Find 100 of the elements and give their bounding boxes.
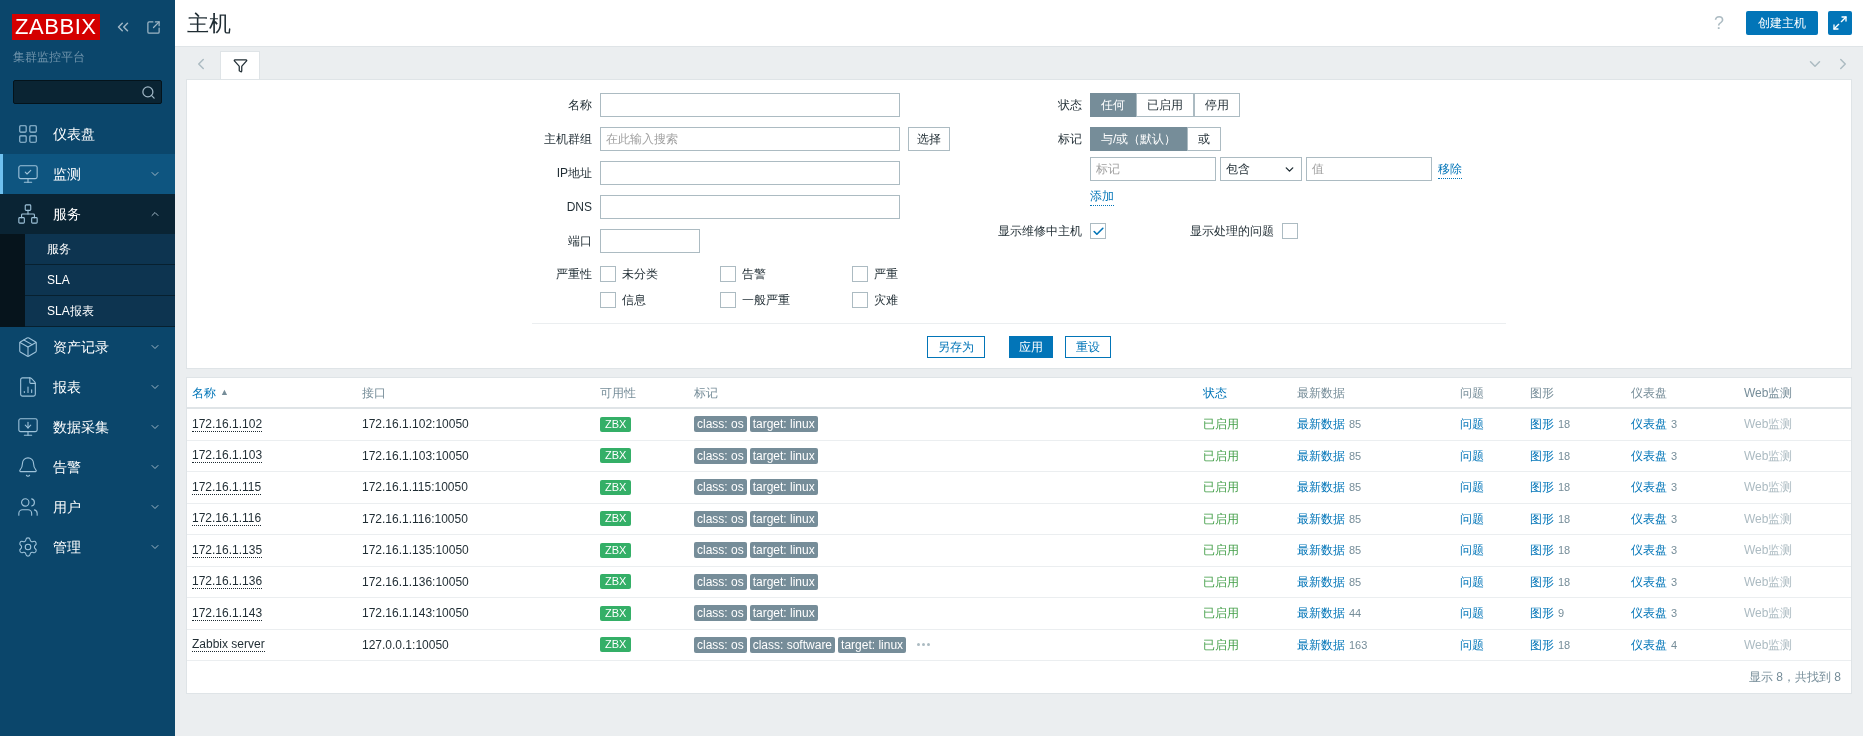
latest-data-link[interactable]: 最新数据 — [1297, 509, 1345, 528]
count: 3 — [1671, 480, 1678, 495]
tag-field[interactable]: 标记 — [1090, 157, 1216, 181]
problems-link[interactable]: 问题 — [1460, 509, 1484, 528]
host-name-link[interactable]: 172.16.1.135 — [192, 542, 263, 558]
create-host-button[interactable]: 创建主机 — [1746, 11, 1818, 35]
dashboards-link[interactable]: 仪表盘 — [1631, 572, 1667, 591]
checkbox[interactable] — [1282, 223, 1298, 239]
sidebar-item[interactable]: 资产记录 — [0, 327, 175, 367]
host-name-link[interactable]: 172.16.1.102 — [192, 416, 263, 432]
problems-link[interactable]: 问题 — [1460, 604, 1484, 623]
sidebar-item[interactable]: 报表 — [0, 367, 175, 407]
sidebar-item[interactable]: 监测 — [0, 154, 175, 194]
graphs-link[interactable]: 图形 — [1530, 635, 1554, 654]
add-link[interactable]: 添加 — [1090, 187, 1114, 206]
input-field[interactable]: 在此输入搜索 — [600, 127, 900, 151]
remove-link[interactable]: 移除 — [1438, 159, 1462, 179]
search-icon[interactable] — [141, 84, 156, 100]
apply-button[interactable]: 应用 — [1009, 336, 1053, 358]
graphs-link[interactable]: 图形 — [1530, 572, 1554, 591]
input-field[interactable] — [600, 195, 900, 219]
sidebar-item[interactable]: 管理 — [0, 527, 175, 567]
problems-link[interactable]: 问题 — [1460, 572, 1484, 591]
sidebar-item[interactable]: 数据采集 — [0, 407, 175, 447]
dashboards-link[interactable]: 仪表盘 — [1631, 541, 1667, 560]
host-name-link[interactable]: 172.16.1.103 — [192, 448, 263, 464]
column-header[interactable]: 状态 — [1203, 383, 1227, 402]
latest-data-link[interactable]: 最新数据 — [1297, 446, 1345, 465]
latest-data-link[interactable]: 最新数据 — [1297, 415, 1345, 434]
value-field[interactable]: 值 — [1306, 157, 1432, 181]
status-link[interactable]: 已启用 — [1203, 635, 1239, 654]
graphs-link[interactable]: 图形 — [1530, 478, 1554, 497]
input-field[interactable] — [600, 93, 900, 117]
problems-link[interactable]: 问题 — [1460, 446, 1484, 465]
submenu-item[interactable]: SLA — [25, 265, 175, 296]
checkbox[interactable] — [600, 292, 616, 308]
problems-link[interactable]: 问题 — [1460, 541, 1484, 560]
segment-button[interactable]: 任何 — [1090, 93, 1136, 117]
status-link[interactable]: 已启用 — [1203, 572, 1239, 591]
dashboards-link[interactable]: 仪表盘 — [1631, 604, 1667, 623]
tag-badge: class: os — [694, 636, 747, 653]
select-button[interactable]: 选择 — [908, 127, 950, 151]
operator-dropdown[interactable]: 包含 — [1220, 157, 1302, 181]
column-header: 接口 — [362, 384, 386, 402]
host-name-link[interactable]: 172.16.1.136 — [192, 574, 263, 590]
latest-data-link[interactable]: 最新数据 — [1297, 635, 1345, 654]
checkbox[interactable] — [852, 266, 868, 282]
checkbox[interactable] — [600, 266, 616, 282]
sidebar-item[interactable]: 服务 — [0, 194, 175, 234]
graphs-link[interactable]: 图形 — [1530, 415, 1554, 434]
sidebar-item[interactable]: 仪表盘 — [0, 114, 175, 154]
problems-link[interactable]: 问题 — [1460, 415, 1484, 434]
sidebar-item[interactable]: 用户 — [0, 487, 175, 527]
status-link[interactable]: 已启用 — [1203, 509, 1239, 528]
filter-tab[interactable] — [220, 51, 260, 79]
input-field[interactable] — [600, 229, 700, 253]
save-as-button[interactable]: 另存为 — [927, 336, 985, 358]
segment-button[interactable]: 停用 — [1194, 93, 1240, 117]
count: 44 — [1349, 606, 1362, 621]
status-link[interactable]: 已启用 — [1203, 604, 1239, 623]
status-link[interactable]: 已启用 — [1203, 478, 1239, 497]
segment-button[interactable]: 已启用 — [1136, 93, 1194, 117]
latest-data-link[interactable]: 最新数据 — [1297, 541, 1345, 560]
status-link[interactable]: 已启用 — [1203, 446, 1239, 465]
status-link[interactable]: 已启用 — [1203, 415, 1239, 434]
host-name-link[interactable]: 172.16.1.143 — [192, 605, 263, 621]
sidebar-item[interactable]: 告警 — [0, 447, 175, 487]
reset-button[interactable]: 重设 — [1065, 336, 1111, 358]
checkbox[interactable] — [720, 292, 736, 308]
problems-link[interactable]: 问题 — [1460, 478, 1484, 497]
graphs-link[interactable]: 图形 — [1530, 446, 1554, 465]
fullscreen-button[interactable] — [1828, 11, 1852, 35]
input-field[interactable] — [600, 161, 900, 185]
submenu-item[interactable]: SLA报表 — [25, 296, 175, 327]
host-name-link[interactable]: 172.16.1.115 — [192, 479, 262, 495]
column-header[interactable]: 名称 — [192, 383, 216, 402]
submenu-item[interactable]: 服务 — [25, 234, 175, 265]
latest-data-link[interactable]: 最新数据 — [1297, 478, 1345, 497]
segment-button[interactable]: 与/或（默认） — [1090, 127, 1188, 151]
checkbox[interactable] — [852, 292, 868, 308]
graphs-link[interactable]: 图形 — [1530, 541, 1554, 560]
dashboards-link[interactable]: 仪表盘 — [1631, 635, 1667, 654]
latest-data-link[interactable]: 最新数据 — [1297, 572, 1345, 591]
host-name-link[interactable]: Zabbix server — [192, 637, 265, 653]
problems-link[interactable]: 问题 — [1460, 635, 1484, 654]
checkbox[interactable] — [1090, 223, 1106, 239]
status-link[interactable]: 已启用 — [1203, 541, 1239, 560]
undock-icon[interactable] — [145, 19, 161, 35]
dashboards-link[interactable]: 仪表盘 — [1631, 446, 1667, 465]
checkbox[interactable] — [720, 266, 736, 282]
graphs-link[interactable]: 图形 — [1530, 604, 1554, 623]
dashboards-link[interactable]: 仪表盘 — [1631, 509, 1667, 528]
host-name-link[interactable]: 172.16.1.116 — [192, 511, 262, 527]
segment-button[interactable]: 或 — [1187, 127, 1222, 151]
dashboards-link[interactable]: 仪表盘 — [1631, 478, 1667, 497]
dashboards-link[interactable]: 仪表盘 — [1631, 415, 1667, 434]
graphs-link[interactable]: 图形 — [1530, 509, 1554, 528]
more-icon[interactable] — [917, 643, 931, 647]
search-field[interactable] — [13, 80, 162, 104]
latest-data-link[interactable]: 最新数据 — [1297, 604, 1345, 623]
